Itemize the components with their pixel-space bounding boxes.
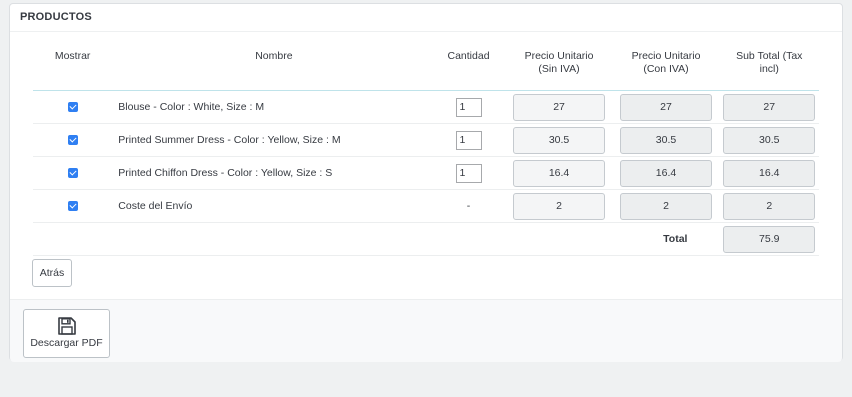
product-name: Printed Summer Dress - Color : Yellow, S… (118, 134, 341, 146)
total-value: 75.9 (723, 225, 816, 253)
floppy-disk-icon (57, 317, 76, 335)
header-subtotal-line2: incl) (759, 63, 779, 75)
products-table: Mostrar Nombre Cantidad Precio Unitario … (33, 50, 819, 256)
table-row: Printed Chiffon Dress - Color : Yellow, … (33, 157, 819, 190)
panel-title: PRODUCTOS (10, 4, 842, 32)
header-price-ex-line2: (Sin IVA) (538, 63, 580, 75)
table-row: Blouse - Color : White, Size : M 1 27 27… (33, 91, 819, 124)
products-panel: PRODUCTOS Mostrar Nombre Cantidad Precio… (9, 3, 843, 362)
price-ex-field[interactable]: 2 (513, 192, 606, 220)
back-button[interactable]: Atrás (32, 259, 72, 287)
product-name: Printed Chiffon Dress - Color : Yellow, … (118, 167, 333, 179)
price-ex-field[interactable]: 27 (513, 93, 606, 121)
price-ex-field[interactable]: 16.4 (513, 159, 606, 187)
header-price-in-line1: Precio Unitario (631, 50, 701, 62)
total-row: Total 75.9 (33, 223, 819, 256)
table-row: Coste del Envío - 2 2 2 (33, 190, 819, 223)
total-label: Total (663, 233, 688, 245)
header-price-ex-line1: Precio Unitario (524, 50, 594, 62)
shipping-quantity: - (466, 200, 471, 212)
download-pdf-label: Descargar PDF (30, 337, 103, 349)
product-name: Blouse - Color : White, Size : M (118, 101, 265, 113)
price-in-field: 30.5 (620, 126, 712, 154)
panel-footer: Descargar PDF (10, 299, 842, 362)
price-ex-field[interactable]: 30.5 (513, 126, 606, 154)
header-price-ex: Precio Unitario (Sin IVA) (506, 50, 613, 91)
header-price-in: Precio Unitario (Con IVA) (613, 50, 720, 91)
header-show: Mostrar (54, 50, 91, 62)
show-checkbox[interactable] (67, 135, 78, 146)
subtotal-field: 16.4 (723, 159, 816, 187)
download-pdf-button[interactable]: Descargar PDF (23, 309, 110, 358)
header-subtotal-line1: Sub Total (Tax (736, 50, 803, 62)
shipping-name: Coste del Envío (118, 200, 193, 212)
show-checkbox[interactable] (67, 201, 78, 212)
header-name: Nombre (255, 50, 293, 62)
price-in-field: 2 (620, 192, 712, 220)
subtotal-field: 27 (723, 93, 816, 121)
show-checkbox[interactable] (67, 102, 78, 113)
price-in-field: 16.4 (620, 159, 712, 187)
header-quantity: Cantidad (447, 50, 490, 62)
table-row: Printed Summer Dress - Color : Yellow, S… (33, 124, 819, 157)
quantity-input[interactable]: 1 (455, 97, 482, 117)
quantity-input[interactable]: 1 (455, 130, 482, 150)
price-in-field: 27 (620, 93, 712, 121)
show-checkbox[interactable] (67, 168, 78, 179)
quantity-input[interactable]: 1 (455, 163, 482, 183)
subtotal-field: 2 (723, 192, 816, 220)
header-price-in-line2: (Con IVA) (643, 63, 689, 75)
header-subtotal: Sub Total (Tax incl) (719, 50, 819, 91)
subtotal-field: 30.5 (723, 126, 816, 154)
table-header-row: Mostrar Nombre Cantidad Precio Unitario … (33, 50, 819, 91)
